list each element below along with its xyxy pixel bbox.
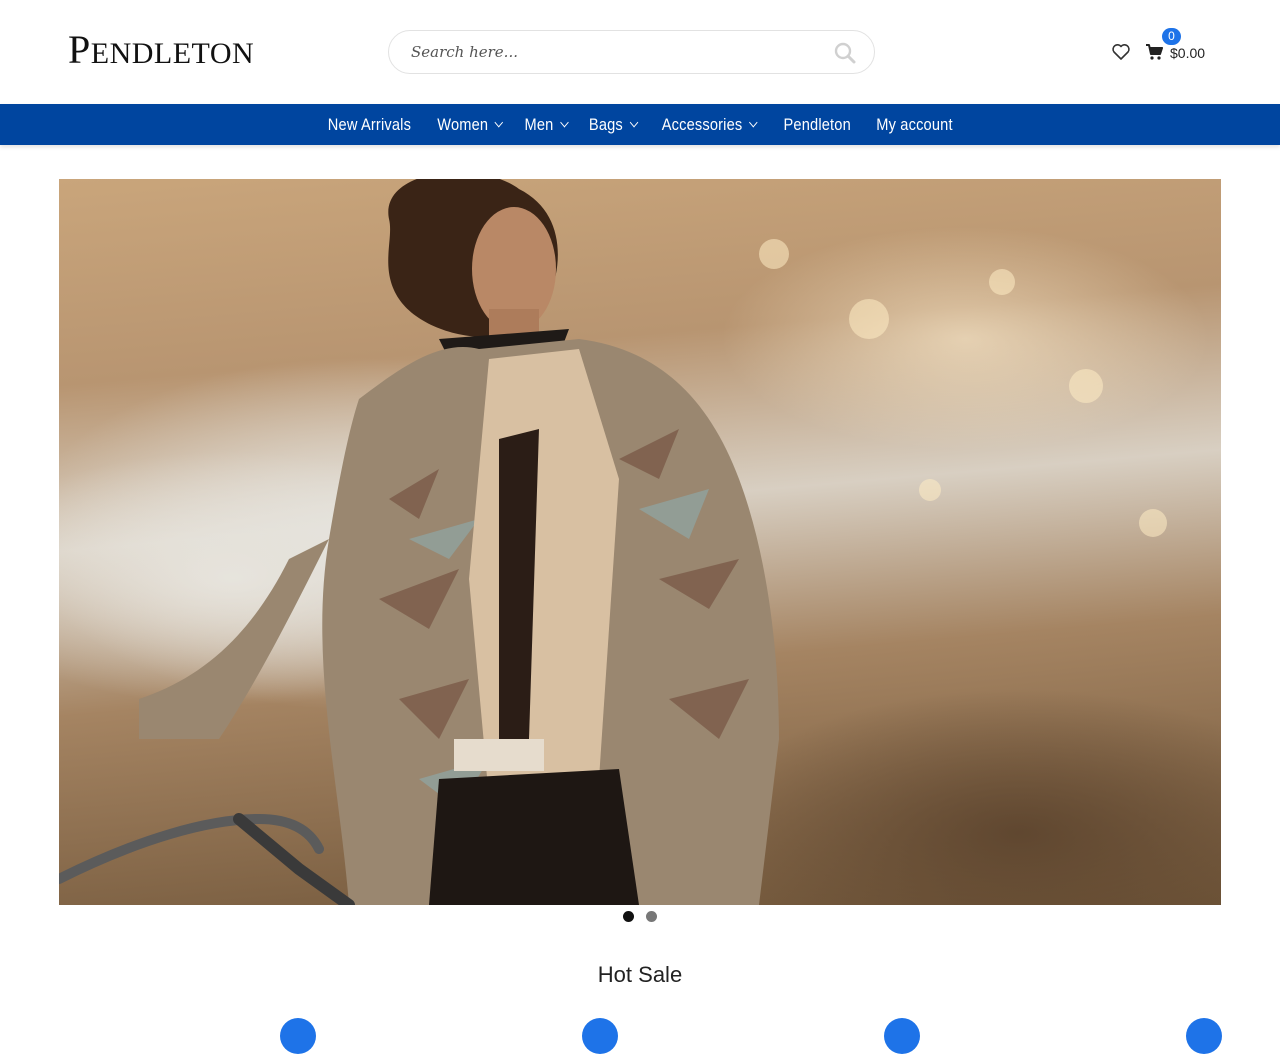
logo-rest: ENDLETON — [90, 37, 255, 70]
nav-item-bags[interactable]: Bags — [588, 114, 638, 135]
hot-sale-heading: Hot Sale — [597, 962, 683, 987]
slider-pagination — [0, 911, 1280, 923]
product-badge — [280, 1018, 316, 1054]
cart-icon[interactable] — [1145, 43, 1163, 61]
nav-item-label: Pendleton — [783, 114, 851, 134]
cart-total[interactable]: $0.00 — [1170, 45, 1205, 61]
nav-item-pendleton[interactable]: Pendleton — [783, 115, 850, 135]
main-nav: New Arrivals Women Men Bags Accessories … — [0, 104, 1280, 145]
chevron-down-icon — [628, 117, 638, 127]
hero-slide-image[interactable] — [59, 179, 1221, 905]
nav-item-label: Accessories — [661, 114, 743, 134]
nav-item-label: New Arrivals — [327, 114, 411, 134]
slider-dot-1[interactable] — [623, 911, 634, 922]
site-logo[interactable]: PENDLETON — [68, 30, 254, 74]
nav-item-men[interactable]: Men — [524, 114, 569, 135]
nav-item-label: Bags — [588, 114, 623, 134]
cart-count-badge: 0 — [1162, 28, 1181, 45]
nav-item-label: Men — [524, 114, 554, 134]
product-badge — [1186, 1018, 1222, 1054]
nav-item-my-account[interactable]: My account — [877, 115, 953, 135]
search-input[interactable] — [409, 31, 829, 73]
chevron-down-icon — [494, 117, 503, 127]
nav-item-accessories[interactable]: Accessories — [661, 114, 758, 135]
hero-model-figure — [59, 179, 779, 905]
slider-dot-2[interactable] — [646, 911, 657, 922]
nav-item-label: Women — [436, 114, 488, 134]
chevron-down-icon — [559, 117, 569, 127]
nav-item-women[interactable]: Women — [436, 114, 503, 135]
chevron-down-icon — [748, 117, 758, 127]
search-bar — [388, 30, 875, 74]
heart-icon[interactable] — [1111, 42, 1131, 62]
nav-item-label: My account — [876, 114, 954, 134]
search-icon[interactable] — [834, 42, 856, 64]
nav-item-new-arrivals[interactable]: New Arrivals — [328, 115, 411, 135]
logo-initial: P — [68, 27, 91, 72]
product-badge — [884, 1018, 920, 1054]
product-badge — [582, 1018, 618, 1054]
site-header: PENDLETON 0 $0.00 — [0, 0, 1280, 104]
